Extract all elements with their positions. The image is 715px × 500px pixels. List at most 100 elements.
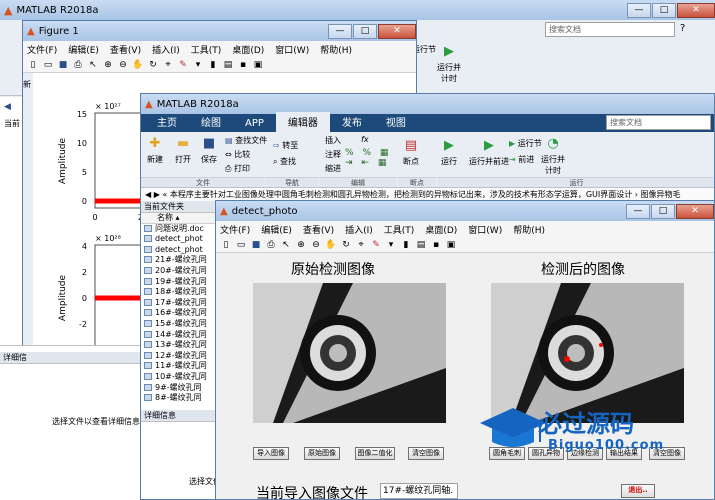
list-item[interactable]: 14#-螺纹孔同: [141, 330, 215, 341]
dp-close-button[interactable]: ✕: [676, 203, 714, 219]
list-item[interactable]: 18#-螺纹孔同: [141, 287, 215, 298]
menu-edit[interactable]: 编辑(E): [68, 43, 99, 56]
tab-plots[interactable]: 绘图: [189, 112, 233, 132]
compare-button[interactable]: ⇔ 比较: [225, 149, 250, 160]
dp-menu-view[interactable]: 查看(V): [303, 223, 334, 236]
list-item[interactable]: 15#-螺纹孔同: [141, 319, 215, 330]
dp-brush-icon[interactable]: ✎: [370, 239, 382, 251]
binarize-button[interactable]: 图像二值化: [355, 447, 395, 460]
tab-view[interactable]: 视图: [374, 112, 418, 132]
list-item[interactable]: 12#-螺纹孔同: [141, 351, 215, 362]
new-figure-icon[interactable]: ▯: [27, 59, 39, 71]
menu-tools[interactable]: 工具(T): [191, 43, 222, 56]
name-column-header[interactable]: 名称 ▴: [141, 213, 215, 224]
dp-pointer-icon[interactable]: ↖: [280, 239, 292, 251]
dp-menu-desktop[interactable]: 桌面(D): [425, 223, 457, 236]
list-item[interactable]: 13#-螺纹孔同: [141, 340, 215, 351]
close-button[interactable]: ✕: [677, 2, 715, 18]
clear-image-button-left[interactable]: 清空图像: [408, 447, 444, 460]
dp-menu-help[interactable]: 帮助(H): [513, 223, 545, 236]
import-image-button[interactable]: 导入图像: [253, 447, 289, 460]
menu-file[interactable]: 文件(F): [27, 43, 57, 56]
zoom-in-icon[interactable]: ⊕: [102, 59, 114, 71]
dp-minimize-button[interactable]: —: [626, 203, 650, 219]
advance-button[interactable]: ⇥ 前进: [509, 154, 534, 165]
indent-button[interactable]: 缩进: [325, 163, 341, 174]
print-button[interactable]: ⎙ 打印: [225, 163, 250, 174]
list-item[interactable]: detect_phot: [141, 234, 215, 245]
list-item[interactable]: 16#-螺纹孔同: [141, 308, 215, 319]
path-back-icon[interactable]: ◀: [145, 190, 151, 199]
legend-icon[interactable]: ▤: [222, 59, 234, 71]
fig1-minimize-button[interactable]: —: [328, 23, 352, 39]
dp-new-icon[interactable]: ▯: [220, 239, 232, 251]
minimize-button[interactable]: —: [627, 2, 651, 18]
link-icon[interactable]: ▾: [192, 59, 204, 71]
fx-button[interactable]: fx: [361, 135, 369, 144]
list-item[interactable]: 17#-螺纹孔同: [141, 298, 215, 309]
dp-pan-icon[interactable]: ✋: [325, 239, 337, 251]
bg-nav-arrow-icon[interactable]: ◀: [4, 102, 11, 112]
menu-window[interactable]: 窗口(W): [275, 43, 309, 56]
datatip-icon[interactable]: ⌖: [162, 59, 174, 71]
dp-colorbar-icon[interactable]: ▮: [400, 239, 412, 251]
comment-button[interactable]: 注释: [325, 149, 341, 160]
pointer-icon[interactable]: ↖: [87, 59, 99, 71]
current-file-field[interactable]: 17#-螺纹孔同轴.: [380, 483, 458, 499]
menu-insert[interactable]: 插入(I): [152, 43, 180, 56]
open-button[interactable]: ▬ 打开: [175, 136, 191, 165]
run-button[interactable]: ▶ 运行: [441, 138, 457, 167]
dp-print-icon[interactable]: ⎙: [265, 239, 277, 251]
comment-icon[interactable]: %: [345, 148, 354, 158]
goto-button[interactable]: ⇨ 转至: [273, 140, 298, 151]
dp-save-icon[interactable]: ■: [250, 239, 262, 251]
dp-maximize-button[interactable]: □: [651, 203, 675, 219]
dp-zoom-in-icon[interactable]: ⊕: [295, 239, 307, 251]
matlab2-search-input[interactable]: 搜索文档: [606, 115, 711, 130]
dp-datatip-icon[interactable]: ⌖: [355, 239, 367, 251]
list-item[interactable]: 21#-螺纹孔同: [141, 255, 215, 266]
tab-apps[interactable]: APP: [233, 116, 276, 132]
list-item[interactable]: 11#-螺纹孔同: [141, 361, 215, 372]
dp-plotbrowser-icon[interactable]: ▣: [445, 239, 457, 251]
fig1-close-button[interactable]: ✕: [378, 23, 416, 39]
dp-menu-window[interactable]: 窗口(W): [468, 223, 502, 236]
tab-editor[interactable]: 编辑器: [275, 112, 330, 132]
dp-zoom-out-icon[interactable]: ⊖: [310, 239, 322, 251]
dp-menu-edit[interactable]: 编辑(E): [261, 223, 292, 236]
indent-icon[interactable]: ⇥: [345, 158, 353, 168]
menu-help[interactable]: 帮助(H): [320, 43, 352, 56]
list-item[interactable]: 8#-螺纹孔同: [141, 393, 215, 404]
insert-button[interactable]: 插入: [325, 135, 341, 146]
open-icon[interactable]: ▭: [42, 59, 54, 71]
save-button[interactable]: ■ 保存: [201, 136, 217, 165]
tab-home[interactable]: 主页: [145, 112, 189, 132]
main-help-icon[interactable]: ?: [680, 23, 685, 34]
brush-icon[interactable]: ✎: [177, 59, 189, 71]
dp-link-icon[interactable]: ▾: [385, 239, 397, 251]
exit-button[interactable]: 退出..: [621, 484, 655, 498]
wrap-icon[interactable]: ▦: [380, 148, 389, 158]
dp-menu-file[interactable]: 文件(F): [220, 223, 250, 236]
zoom-out-icon[interactable]: ⊖: [117, 59, 129, 71]
smart-indent-icon[interactable]: ▦: [378, 158, 387, 168]
rotate-icon[interactable]: ↻: [147, 59, 159, 71]
maximize-button[interactable]: □: [652, 2, 676, 18]
find-button[interactable]: ⌕ 查找: [273, 156, 296, 167]
dp-grid-icon[interactable]: ▪: [430, 239, 442, 251]
find-files-button[interactable]: ▤ 查找文件: [225, 135, 267, 146]
dp-menu-tools[interactable]: 工具(T): [384, 223, 415, 236]
dedent-icon[interactable]: ⇤: [361, 158, 369, 168]
dp-legend-icon[interactable]: ▤: [415, 239, 427, 251]
list-item[interactable]: 19#-螺纹孔同: [141, 277, 215, 288]
list-item[interactable]: 10#-螺纹孔同: [141, 372, 215, 383]
plotbrowser-icon[interactable]: ▣: [252, 59, 264, 71]
pan-icon[interactable]: ✋: [132, 59, 144, 71]
main-search-input[interactable]: 搜索文档: [545, 22, 675, 37]
menu-desktop[interactable]: 桌面(D): [232, 43, 264, 56]
colorbar-icon[interactable]: ▮: [207, 59, 219, 71]
grid-toggle-icon[interactable]: ▪: [237, 59, 249, 71]
path-forward-icon[interactable]: ▶: [154, 190, 160, 199]
run-advance-button[interactable]: ▶ 运行并前进: [469, 138, 509, 167]
list-item[interactable]: 20#-螺纹孔同: [141, 266, 215, 277]
